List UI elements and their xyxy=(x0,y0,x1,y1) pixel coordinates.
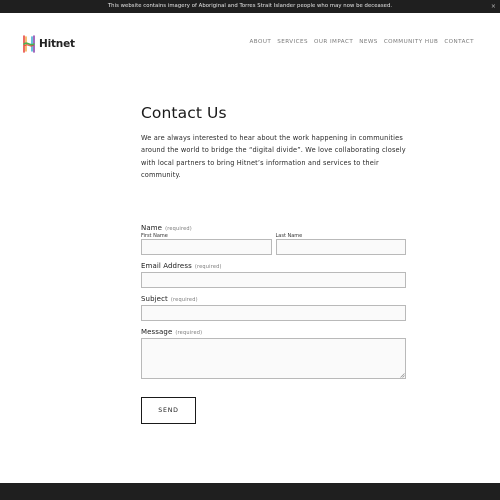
resize-grip-icon[interactable] xyxy=(400,373,405,378)
hitnet-logo-icon xyxy=(23,35,35,53)
email-input[interactable] xyxy=(141,272,406,288)
close-icon[interactable]: × xyxy=(491,0,496,13)
logo-text: Hitnet xyxy=(39,38,75,50)
nav-about[interactable]: About xyxy=(250,39,272,45)
page-title: Contact Us xyxy=(141,104,227,122)
site-header: Hitnet About Services Our Impact News Co… xyxy=(0,13,500,73)
intro-paragraph: We are always interested to hear about t… xyxy=(141,134,406,179)
contact-form: Name (required) First Name Last Name Emai… xyxy=(141,224,406,379)
nav-services[interactable]: Services xyxy=(277,39,308,45)
subject-label: Subject (required) xyxy=(141,295,198,303)
required-note: (required) xyxy=(165,226,192,232)
notice-text: This website contains imagery of Aborigi… xyxy=(107,3,393,9)
required-note: (required) xyxy=(170,297,198,303)
nav-our-impact[interactable]: Our Impact xyxy=(314,39,353,45)
nav-community-hub[interactable]: Community Hub xyxy=(384,39,439,45)
logo[interactable]: Hitnet xyxy=(21,34,75,54)
name-label: Name (required) xyxy=(141,224,192,232)
name-field-group: Name (required) First Name Last Name xyxy=(141,224,406,255)
required-note: (required) xyxy=(194,264,222,270)
last-name-input[interactable] xyxy=(275,239,406,255)
main-nav: About Services Our Impact News Community… xyxy=(250,39,474,45)
subject-field-group: Subject (required) xyxy=(141,295,406,321)
required-note: (required) xyxy=(175,330,203,336)
nav-contact[interactable]: Contact xyxy=(444,39,474,45)
email-label: Email Address (required) xyxy=(141,262,222,270)
site-footer xyxy=(0,483,500,500)
message-field-group: Message (required) xyxy=(141,328,406,379)
first-name-input[interactable] xyxy=(141,239,272,255)
notice-banner: This website contains imagery of Aborigi… xyxy=(0,0,500,13)
email-field-group: Email Address (required) xyxy=(141,262,406,288)
message-label: Message (required) xyxy=(141,328,203,336)
subject-input[interactable] xyxy=(141,305,406,321)
message-textarea[interactable] xyxy=(141,338,406,379)
main-content: Contact Us We are always interested to h… xyxy=(141,104,406,181)
send-button[interactable]: Send xyxy=(141,397,196,424)
nav-news[interactable]: News xyxy=(359,39,378,45)
